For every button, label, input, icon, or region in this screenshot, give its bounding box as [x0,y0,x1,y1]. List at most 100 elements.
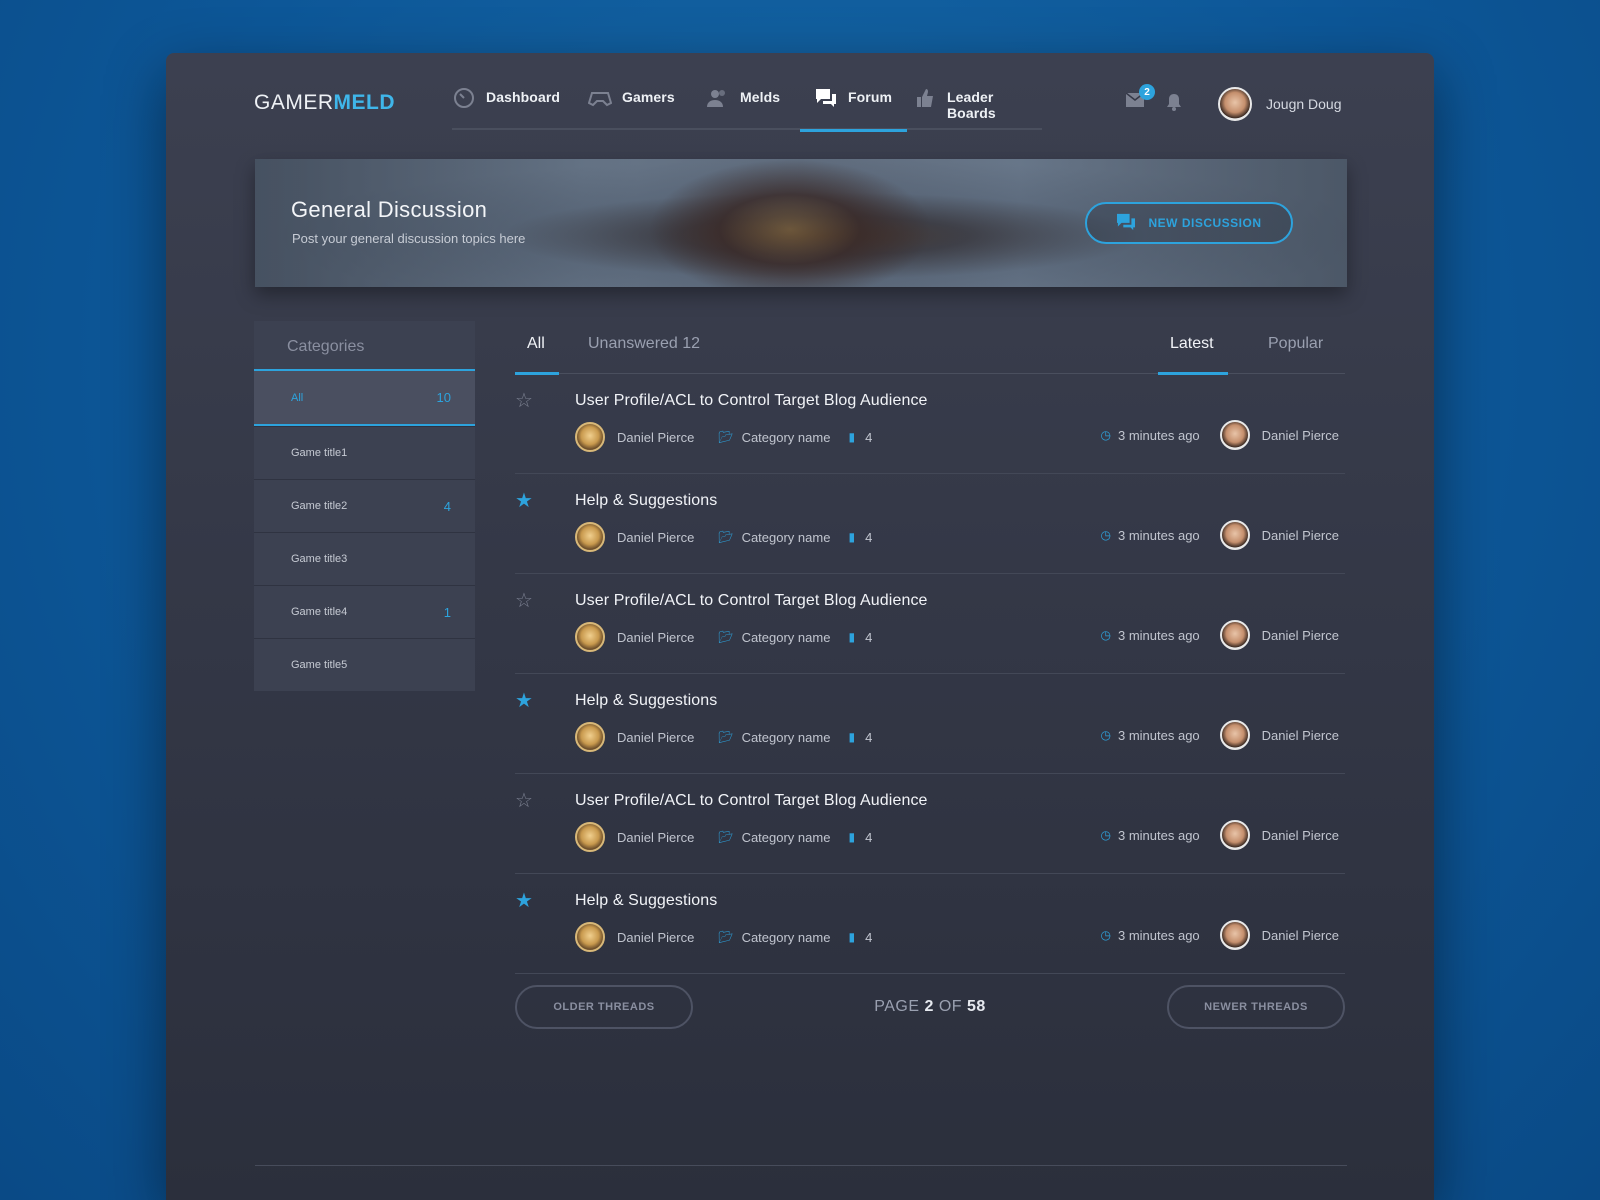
comment-icon: ▮ [848,530,856,544]
folder-icon: 📂︎ [718,830,734,844]
thread-last-activity: ◷ 3 minutes ago Daniel Pierce [1101,520,1339,550]
thread-author[interactable]: Daniel Pierce [617,730,694,745]
category-count: 10 [436,390,451,405]
tab-unanswered[interactable]: Unanswered 12 [588,335,700,353]
thread-meta: Daniel Pierce 📂︎ Category name ▮ 4 [575,422,872,452]
thread-title[interactable]: Help & Suggestions [575,892,717,910]
thread-list: ☆ User Profile/ACL to Control Target Blo… [515,374,1345,974]
thread-time: 3 minutes ago [1118,927,1200,943]
category-item-game-title5[interactable]: Game title5 [254,638,475,691]
star-icon[interactable]: ★ [515,490,537,512]
author-avatar[interactable] [575,822,605,852]
thread-meta: Daniel Pierce 📂︎ Category name ▮ 4 [575,522,872,552]
thread-author[interactable]: Daniel Pierce [617,930,694,945]
last-user-name[interactable]: Daniel Pierce [1262,928,1339,943]
nav-item-dashboard[interactable]: Dashboard [452,88,560,130]
author-avatar[interactable] [575,722,605,752]
thread-title[interactable]: User Profile/ACL to Control Target Blog … [575,792,928,810]
thread-row[interactable]: ★ Help & Suggestions Daniel Pierce 📂︎ Ca… [515,874,1345,974]
reply-count: 4 [865,429,873,445]
star-icon[interactable]: ☆ [515,590,537,612]
last-user-name[interactable]: Daniel Pierce [1262,428,1339,443]
user-menu[interactable]: Jougn Doug [1218,87,1342,121]
thread-category[interactable]: Category name [742,630,831,645]
last-user-avatar[interactable] [1219,420,1250,450]
category-item-all[interactable]: All 10 [254,371,475,426]
thread-row[interactable]: ☆ User Profile/ACL to Control Target Blo… [515,774,1345,874]
author-avatar[interactable] [575,422,605,452]
thread-title[interactable]: User Profile/ACL to Control Target Blog … [575,392,928,410]
mail-icon[interactable]: 2 [1125,84,1155,113]
thread-category[interactable]: Category name [742,530,831,545]
brand-logo[interactable]: GAMERMELD [254,91,395,115]
nav-item-gamers[interactable]: Gamers [588,89,675,130]
last-user-name[interactable]: Daniel Pierce [1262,728,1339,743]
newer-threads-button[interactable]: NEWER THREADS [1167,985,1345,1029]
thread-category[interactable]: Category name [742,830,831,845]
tab-latest[interactable]: Latest [1158,335,1228,375]
bell-icon[interactable] [1166,93,1186,113]
thread-row[interactable]: ★ Help & Suggestions Daniel Pierce 📂︎ Ca… [515,474,1345,574]
new-discussion-button[interactable]: NEW DISCUSSION [1085,202,1293,244]
mail-badge: 2 [1139,84,1155,100]
star-icon[interactable]: ☆ [515,790,537,812]
last-user-name[interactable]: Daniel Pierce [1262,628,1339,643]
thread-meta: Daniel Pierce 📂︎ Category name ▮ 4 [575,722,872,752]
clock-icon: ◷ [1100,528,1111,542]
tab-popular[interactable]: Popular [1268,335,1323,353]
chat-icon [1116,213,1136,234]
category-item-game-title3[interactable]: Game title3 [254,532,475,585]
star-icon[interactable]: ★ [515,890,537,912]
last-user-avatar[interactable] [1219,520,1250,550]
thread-category[interactable]: Category name [742,430,831,445]
categories-sidebar: Categories All 10 Game title1 Game title… [254,321,475,691]
thread-title[interactable]: User Profile/ACL to Control Target Blog … [575,592,928,610]
thread-row[interactable]: ★ Help & Suggestions Daniel Pierce 📂︎ Ca… [515,674,1345,774]
author-avatar[interactable] [575,622,605,652]
clock-icon: ◷ [1100,928,1111,942]
category-item-game-title2[interactable]: Game title2 4 [254,479,475,532]
category-label: Game title1 [291,447,348,459]
nav-item-forum[interactable]: Forum [799,89,908,132]
comment-icon: ▮ [848,830,856,844]
thread-author[interactable]: Daniel Pierce [617,530,694,545]
thread-author[interactable]: Daniel Pierce [617,830,694,845]
category-item-game-title4[interactable]: Game title4 1 [254,585,475,638]
thread-meta: Daniel Pierce 📂︎ Category name ▮ 4 [575,622,872,652]
thread-time: 3 minutes ago [1118,827,1200,843]
last-user-name[interactable]: Daniel Pierce [1262,528,1339,543]
thread-row[interactable]: ☆ User Profile/ACL to Control Target Blo… [515,374,1345,474]
thread-row[interactable]: ☆ User Profile/ACL to Control Target Blo… [515,574,1345,674]
last-user-avatar[interactable] [1219,720,1250,750]
thread-last-activity: ◷ 3 minutes ago Daniel Pierce [1101,620,1339,650]
nav-label-forum: Forum [848,89,893,105]
tab-all[interactable]: All [515,335,559,375]
user-avatar [1218,87,1252,121]
thread-tabs: All Unanswered 12 Latest Popular [515,321,1345,375]
thread-category[interactable]: Category name [742,930,831,945]
author-avatar[interactable] [575,522,605,552]
reply-count: 4 [865,829,873,845]
last-user-avatar[interactable] [1219,620,1250,650]
category-item-game-title1[interactable]: Game title1 [254,426,475,479]
star-icon[interactable]: ☆ [515,390,537,412]
nav-item-melds[interactable]: Melds [706,89,780,130]
author-avatar[interactable] [575,922,605,952]
of-word: OF [938,998,963,1015]
nav-label-leader-boards: Leader Boards [946,89,996,121]
last-user-avatar[interactable] [1219,820,1250,850]
thread-title[interactable]: Help & Suggestions [575,692,717,710]
page-total: 58 [966,998,986,1015]
last-user-avatar[interactable] [1219,920,1250,950]
star-icon[interactable]: ★ [515,690,537,712]
thread-title[interactable]: Help & Suggestions [575,492,717,510]
clock-icon: ◷ [1100,428,1111,442]
thread-author[interactable]: Daniel Pierce [617,430,694,445]
nav-item-leader-boards[interactable]: Leader Boards [914,89,1042,130]
last-user-name[interactable]: Daniel Pierce [1262,828,1339,843]
thread-last-activity: ◷ 3 minutes ago Daniel Pierce [1101,720,1339,750]
new-discussion-label: NEW DISCUSSION [1148,216,1262,230]
thread-category[interactable]: Category name [742,730,831,745]
page-number: 2 [924,998,934,1015]
thread-author[interactable]: Daniel Pierce [617,630,694,645]
